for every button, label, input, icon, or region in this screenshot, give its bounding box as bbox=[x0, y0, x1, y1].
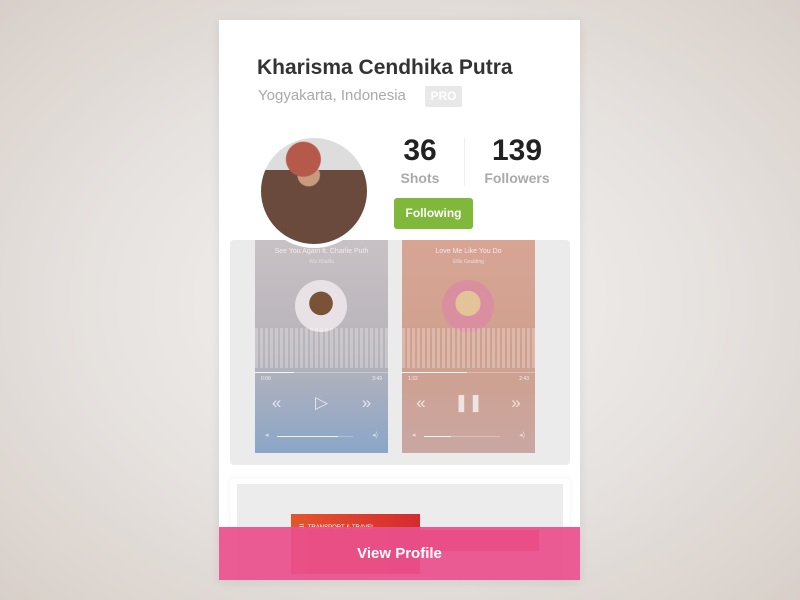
avatar bbox=[257, 134, 371, 248]
waveform bbox=[402, 328, 535, 368]
profile-location: Yogyakarta, Indonesia bbox=[258, 87, 406, 104]
following-button[interactable]: Following bbox=[394, 198, 473, 229]
followers-count: 139 bbox=[491, 134, 543, 167]
stat-shots[interactable]: 36 Shots bbox=[385, 134, 455, 186]
volume-high-icon: ◂) bbox=[372, 432, 378, 439]
followers-label: Followers bbox=[484, 170, 550, 186]
volume-high-icon: ◂) bbox=[519, 432, 525, 439]
album-art bbox=[295, 280, 347, 332]
song-artist: Wiz Khalifa bbox=[308, 259, 334, 265]
song-title: See You Again ft. Charlie Puth bbox=[274, 248, 369, 255]
progress-bar bbox=[255, 372, 388, 373]
elapsed-time: 0:08 bbox=[261, 376, 271, 382]
total-time: 2:43 bbox=[519, 376, 529, 382]
song-artist: Ellie Goulding bbox=[453, 259, 484, 265]
elapsed-time: 1:32 bbox=[408, 376, 418, 382]
rewind-icon: « bbox=[416, 393, 426, 412]
volume-low-icon: ◂ bbox=[412, 432, 416, 439]
volume-bar bbox=[424, 436, 500, 437]
stat-followers[interactable]: 139 Followers bbox=[479, 134, 555, 186]
shots-label: Shots bbox=[400, 170, 440, 186]
profile-card: Kharisma Cendhika Putra Yogyakarta, Indo… bbox=[219, 20, 580, 580]
rewind-icon: « bbox=[271, 393, 282, 412]
profile-name: Kharisma Cendhika Putra bbox=[257, 56, 513, 79]
volume-bar bbox=[277, 436, 353, 437]
total-time: 3:49 bbox=[372, 376, 382, 382]
album-art bbox=[442, 280, 494, 332]
player-screen: See You Again ft. Charlie Puth Wiz Khali… bbox=[255, 240, 388, 453]
waveform bbox=[255, 328, 388, 368]
shot-thumbnail-music-player[interactable]: See You Again ft. Charlie Puth Wiz Khali… bbox=[230, 240, 570, 465]
forward-icon: » bbox=[361, 393, 372, 412]
volume-low-icon: ◂ bbox=[265, 432, 269, 439]
progress-bar bbox=[402, 372, 535, 373]
pause-icon: ❚❚ bbox=[454, 393, 483, 412]
shots-count: 36 bbox=[403, 134, 437, 167]
stats-divider bbox=[464, 138, 465, 186]
view-profile-button[interactable]: View Profile bbox=[219, 527, 580, 580]
song-title: Love Me Like You Do bbox=[435, 248, 502, 255]
play-icon: ▷ bbox=[314, 393, 329, 412]
player-screen: Love Me Like You Do Ellie Goulding 1:32 … bbox=[402, 240, 535, 453]
pro-badge: PRO bbox=[425, 86, 462, 107]
forward-icon: » bbox=[511, 393, 521, 412]
